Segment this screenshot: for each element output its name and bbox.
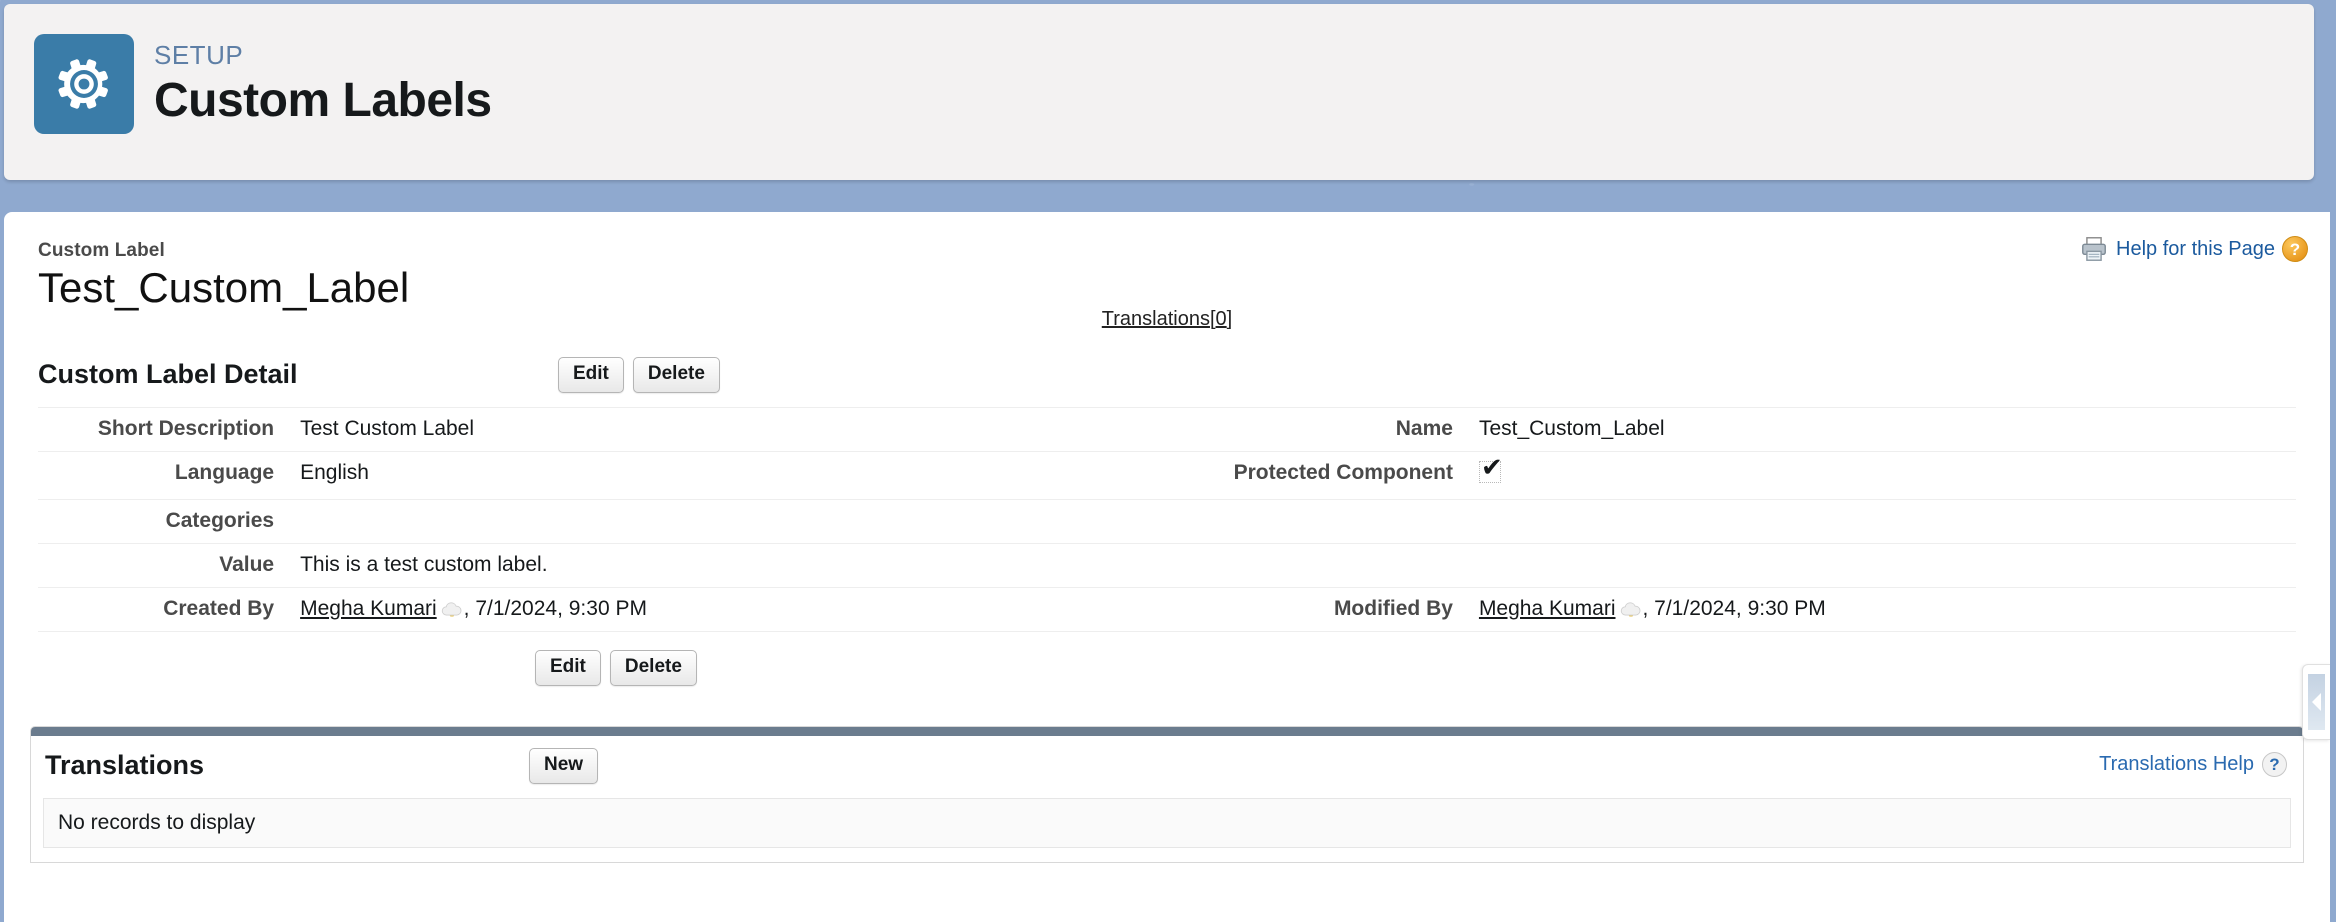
edit-button-top[interactable]: Edit [558,357,624,393]
setup-header-text: SETUP Custom Labels [154,40,492,128]
created-by-user-link[interactable]: Megha Kumari [300,597,437,620]
created-by-date: , 7/1/2024, 9:30 PM [464,597,647,620]
printer-icon[interactable] [2079,236,2109,262]
section-title: Custom Label Detail [38,359,518,390]
row-spacer [1106,407,1212,451]
field-value-value: This is a test custom label. [300,543,1106,587]
setup-header-card: SETUP Custom Labels [4,4,2314,180]
new-translation-button[interactable]: New [529,748,598,784]
translations-related-list: Translations New Translations Help ? No … [30,726,2304,863]
translations-panel-title: Translations [45,750,485,781]
field-label-language: Language [38,451,300,499]
record-type-label: Custom Label [38,240,2296,262]
gear-icon [34,34,134,134]
row-spacer [1106,587,1212,631]
detail-bottom-buttons: Edit Delete [535,632,2296,686]
table-row: Value This is a test custom label. [38,543,2296,587]
field-value-empty-1 [1479,499,2296,543]
table-row: Categories [38,499,2296,543]
row-spacer [1106,451,1212,499]
chatter-cloud-icon[interactable] [441,599,462,614]
field-label-categories: Categories [38,499,300,543]
field-label-empty-1 [1212,499,1479,543]
field-label-name: Name [1212,407,1479,451]
field-value-empty-2 [1479,543,2296,587]
delete-button-bottom[interactable]: Delete [610,650,697,686]
field-value-categories [300,499,1106,543]
field-label-empty-2 [1212,543,1479,587]
field-label-protected-component: Protected Component [1212,451,1479,499]
translations-help-group: Translations Help ? [2099,752,2287,777]
table-row: Short Description Test Custom Label Name… [38,407,2296,451]
setup-eyebrow: SETUP [154,40,492,71]
page-tools: Help for this Page ? [2079,236,2308,262]
help-badge-icon[interactable]: ? [2282,236,2308,262]
table-row: Language English Protected Component [38,451,2296,499]
checkmark-icon [1479,461,1501,483]
edit-button-bottom[interactable]: Edit [535,650,601,686]
field-value-name: Test_Custom_Label [1479,407,2296,451]
modified-by-user-link[interactable]: Megha Kumari [1479,597,1616,620]
field-label-created-by: Created By [38,587,300,631]
sidebar-collapse-toggle[interactable] [2302,664,2330,740]
delete-button-top[interactable]: Delete [633,357,720,393]
field-value-protected-component [1479,451,2296,499]
translations-panel-header: Translations New Translations Help ? [31,736,2303,796]
field-label-modified-by: Modified By [1212,587,1479,631]
detail-top-buttons: Edit Delete [558,357,720,393]
setup-page-title: Custom Labels [154,75,492,128]
custom-label-detail-section: Custom Label Detail Edit Delete Short De… [4,349,2330,686]
translations-help-link[interactable]: Translations Help [2099,753,2254,776]
row-spacer [1106,499,1212,543]
chatter-cloud-icon[interactable] [1620,599,1641,614]
field-value-modified-by: Megha Kumari , 7/1/2024, 9:30 PM [1479,587,2296,631]
row-spacer [1106,543,1212,587]
field-value-short-description: Test Custom Label [300,407,1106,451]
chevron-left-icon [2308,674,2325,730]
field-value-language: English [300,451,1106,499]
related-list-anchors: Translations[0] [4,308,2330,349]
help-for-this-page-link[interactable]: Help for this Page [2116,238,2275,261]
panel-accent-bar [31,727,2303,736]
page-title: Test_Custom_Label [38,264,2296,312]
detail-section-header: Custom Label Detail Edit Delete [38,349,2296,407]
field-value-created-by: Megha Kumari , 7/1/2024, 9:30 PM [300,587,1106,631]
help-badge-icon[interactable]: ? [2262,752,2287,777]
field-label-short-description: Short Description [38,407,300,451]
record-header: Custom Label Test_Custom_Label Help for … [4,212,2330,308]
table-row: Created By Megha Kumari , 7/1/2024, 9:30 … [38,587,2296,631]
detail-field-table: Short Description Test Custom Label Name… [38,407,2296,632]
modified-by-date: , 7/1/2024, 9:30 PM [1643,597,1826,620]
field-label-value: Value [38,543,300,587]
no-records-message: No records to display [43,798,2291,848]
record-content-card: Custom Label Test_Custom_Label Help for … [4,212,2330,922]
